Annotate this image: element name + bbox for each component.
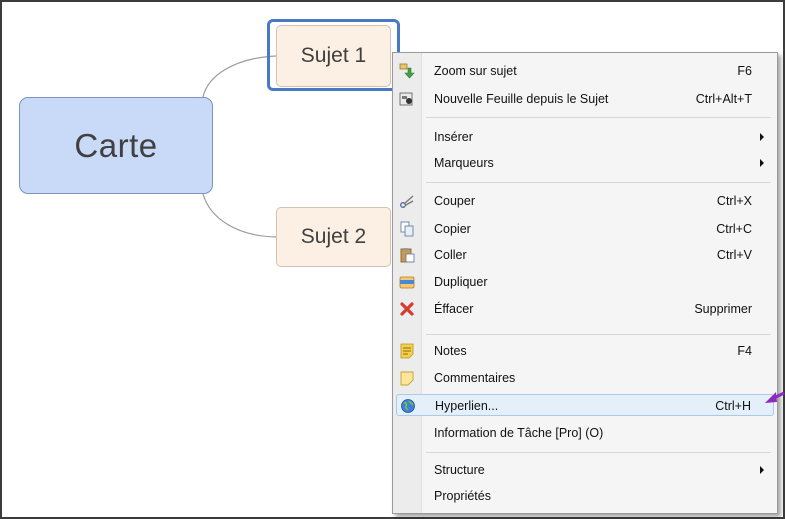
annotation-arrow-icon <box>765 391 785 403</box>
